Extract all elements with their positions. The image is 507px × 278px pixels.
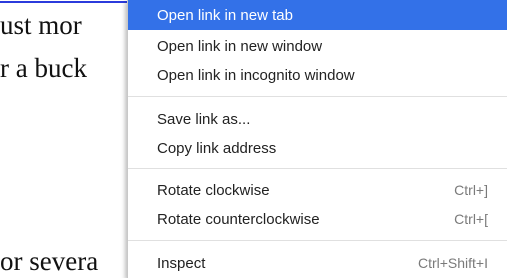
menu-item-shortcut: Ctrl+] bbox=[454, 182, 488, 198]
menu-separator bbox=[128, 96, 507, 97]
menu-separator bbox=[128, 240, 507, 241]
page-text-line: ust mor bbox=[0, 10, 82, 40]
menu-item-label: Open link in incognito window bbox=[157, 66, 355, 84]
context-menu: Open link in new tab Open link in new wi… bbox=[127, 0, 507, 278]
menu-item-open-incognito[interactable]: Open link in incognito window bbox=[128, 60, 507, 90]
menu-item-open-new-tab[interactable]: Open link in new tab bbox=[128, 0, 507, 30]
menu-item-open-new-window[interactable]: Open link in new window bbox=[128, 31, 507, 61]
menu-separator bbox=[128, 168, 507, 169]
menu-item-rotate-clockwise[interactable]: Rotate clockwise Ctrl+] bbox=[128, 175, 507, 205]
menu-item-label: Open link in new window bbox=[157, 37, 323, 55]
menu-item-shortcut: Ctrl+[ bbox=[454, 211, 488, 227]
menu-item-save-link-as[interactable]: Save link as... bbox=[128, 104, 507, 134]
menu-item-label: Inspect bbox=[157, 254, 206, 272]
menu-item-label: Copy link address bbox=[157, 139, 277, 157]
menu-item-shortcut: Ctrl+Shift+I bbox=[417, 255, 488, 271]
link-underline[interactable] bbox=[0, 1, 128, 3]
menu-item-label: Rotate clockwise bbox=[157, 181, 270, 199]
menu-item-rotate-counterclockwise[interactable]: Rotate counterclockwise Ctrl+[ bbox=[128, 204, 507, 234]
menu-item-copy-link-address[interactable]: Copy link address bbox=[128, 133, 507, 163]
page-text-line: or severa bbox=[0, 246, 99, 276]
menu-item-inspect[interactable]: Inspect Ctrl+Shift+I bbox=[128, 248, 507, 278]
menu-item-label: Open link in new tab bbox=[157, 6, 293, 24]
menu-item-label: Save link as... bbox=[157, 110, 251, 128]
menu-item-label: Rotate counterclockwise bbox=[157, 210, 320, 228]
page-text-line: r a buck bbox=[0, 53, 87, 83]
